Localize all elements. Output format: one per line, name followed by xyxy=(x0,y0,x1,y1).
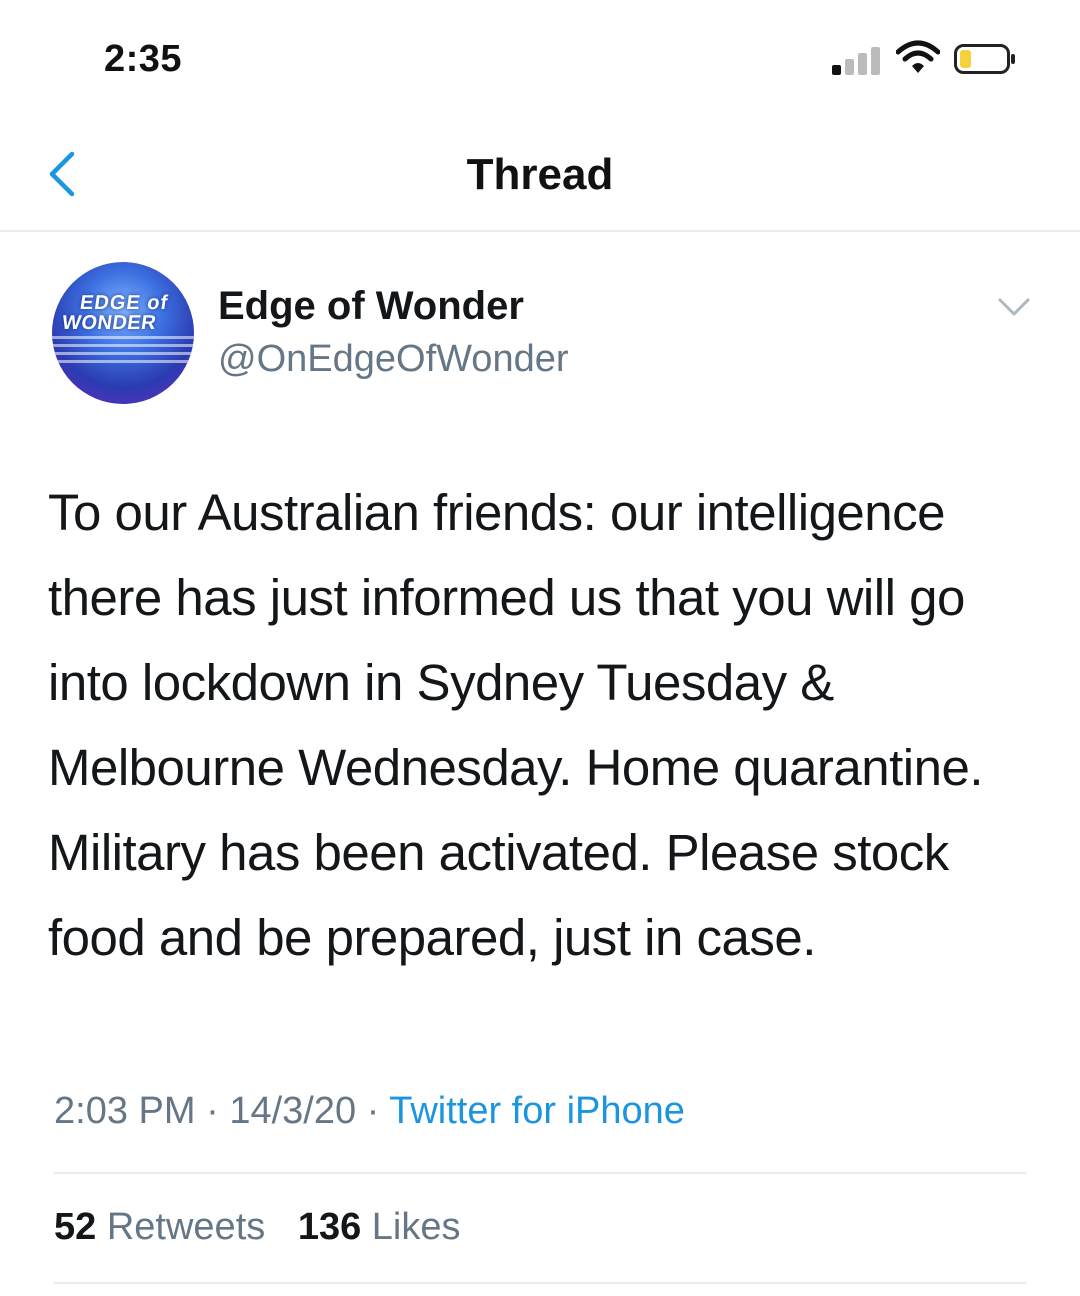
user-handle[interactable]: @OnEdgeOfWonder xyxy=(218,338,569,381)
avatar-logo-line2: WONDER xyxy=(60,312,158,334)
likes-stat[interactable]: 136 Likes xyxy=(298,1206,461,1248)
retweets-count: 52 xyxy=(54,1206,97,1248)
divider xyxy=(54,1172,1026,1174)
retweets-stat[interactable]: 52 Retweets xyxy=(54,1206,265,1248)
meta-separator: · xyxy=(206,1090,219,1132)
tweet-date: 14/3/20 xyxy=(229,1090,357,1132)
likes-count: 136 xyxy=(297,1206,362,1248)
avatar-stripes xyxy=(52,336,194,368)
more-options-button[interactable] xyxy=(996,292,1032,322)
avatar[interactable]: EDGE of WONDER xyxy=(52,262,194,404)
tweet-source-link[interactable]: Twitter for iPhone xyxy=(389,1090,685,1132)
tweet-stats: 52 Retweets 136 Likes xyxy=(54,1206,483,1249)
nav-bar: Thread xyxy=(0,120,1080,232)
tweet-time: 2:03 PM xyxy=(54,1090,196,1132)
tweet-text: To our Australian friends: our intellige… xyxy=(48,484,984,966)
cellular-signal-icon xyxy=(832,45,884,75)
page-title: Thread xyxy=(466,150,614,199)
divider xyxy=(54,1282,1026,1284)
meta-separator: · xyxy=(366,1090,380,1132)
likes-label: Likes xyxy=(371,1206,461,1248)
status-time: 2:35 xyxy=(104,38,183,80)
display-name[interactable]: Edge of Wonder xyxy=(218,284,524,329)
status-bar: 2:35 xyxy=(0,0,1080,120)
tweet-meta: 2:03 PM · 14/3/20 · Twitter for iPhone xyxy=(54,1090,685,1133)
battery-low-icon xyxy=(954,44,1015,74)
wifi-icon xyxy=(896,40,940,73)
retweets-label: Retweets xyxy=(106,1206,266,1248)
chevron-down-icon xyxy=(998,298,1030,316)
